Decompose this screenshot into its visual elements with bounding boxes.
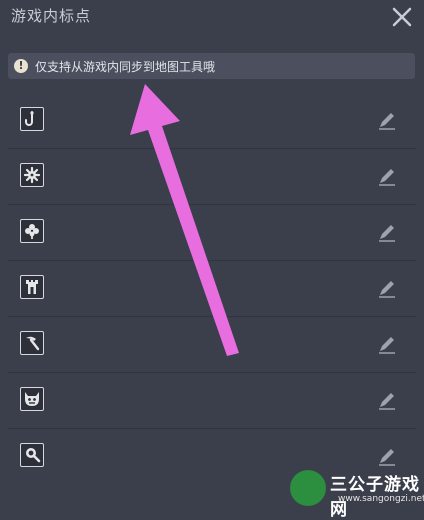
tower-icon	[20, 275, 44, 299]
pencil-icon	[379, 337, 395, 354]
pencil-icon	[379, 281, 395, 298]
close-button[interactable]	[391, 6, 413, 28]
watermark-url: www.sangongzi.net	[338, 494, 424, 504]
list-item[interactable]	[8, 373, 416, 429]
android-logo-icon	[290, 470, 326, 506]
list-item[interactable]	[8, 317, 416, 373]
pencil-icon	[379, 393, 395, 410]
edit-button[interactable]	[376, 221, 398, 243]
edit-button[interactable]	[376, 333, 398, 355]
page-title: 游戏内标点	[11, 7, 92, 25]
list-item[interactable]	[8, 205, 416, 261]
edit-button[interactable]	[376, 389, 398, 411]
hook-icon	[20, 107, 44, 131]
watermark: 三公子游戏网 www.sangongzi.net	[290, 468, 424, 520]
pickaxe-icon	[20, 331, 44, 355]
gear-icon	[20, 163, 44, 187]
pencil-icon	[379, 449, 395, 466]
exclamation-icon: !	[14, 59, 28, 73]
magnifier-icon	[20, 443, 44, 467]
header: 游戏内标点	[0, 0, 424, 40]
marker-list	[8, 93, 416, 484]
edit-button[interactable]	[376, 445, 398, 467]
clover-icon	[20, 219, 44, 243]
notice-text: 仅支持从游戏内同步到地图工具哦	[35, 60, 216, 74]
pencil-icon	[379, 225, 395, 242]
list-item[interactable]	[8, 93, 416, 149]
edit-button[interactable]	[376, 109, 398, 131]
list-item[interactable]	[8, 261, 416, 317]
pencil-icon	[379, 113, 395, 130]
pencil-icon	[379, 169, 395, 186]
sync-notice: ! 仅支持从游戏内同步到地图工具哦	[8, 53, 415, 79]
list-item[interactable]	[8, 149, 416, 205]
close-icon	[392, 7, 412, 27]
demon-mask-icon	[20, 387, 44, 411]
edit-button[interactable]	[376, 277, 398, 299]
edit-button[interactable]	[376, 165, 398, 187]
